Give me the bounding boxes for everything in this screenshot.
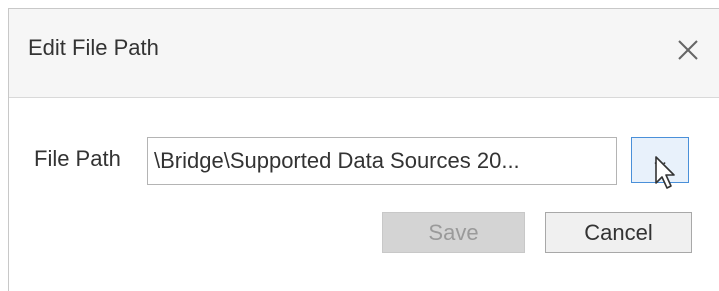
cancel-button[interactable]: Cancel	[545, 212, 692, 253]
dialog-header: Edit File Path	[9, 9, 719, 98]
browse-button[interactable]: ...	[631, 137, 689, 183]
file-path-input[interactable]: \Bridge\Supported Data Sources 20...	[147, 137, 617, 185]
file-path-label: File Path	[34, 146, 121, 171]
edit-file-path-dialog: Edit File Path File Path \Bridge\Support…	[8, 8, 719, 291]
file-path-value: \Bridge\Supported Data Sources 20...	[154, 148, 520, 173]
save-button[interactable]: Save	[382, 212, 525, 253]
close-icon[interactable]	[677, 39, 699, 61]
dialog-title: Edit File Path	[28, 35, 159, 60]
